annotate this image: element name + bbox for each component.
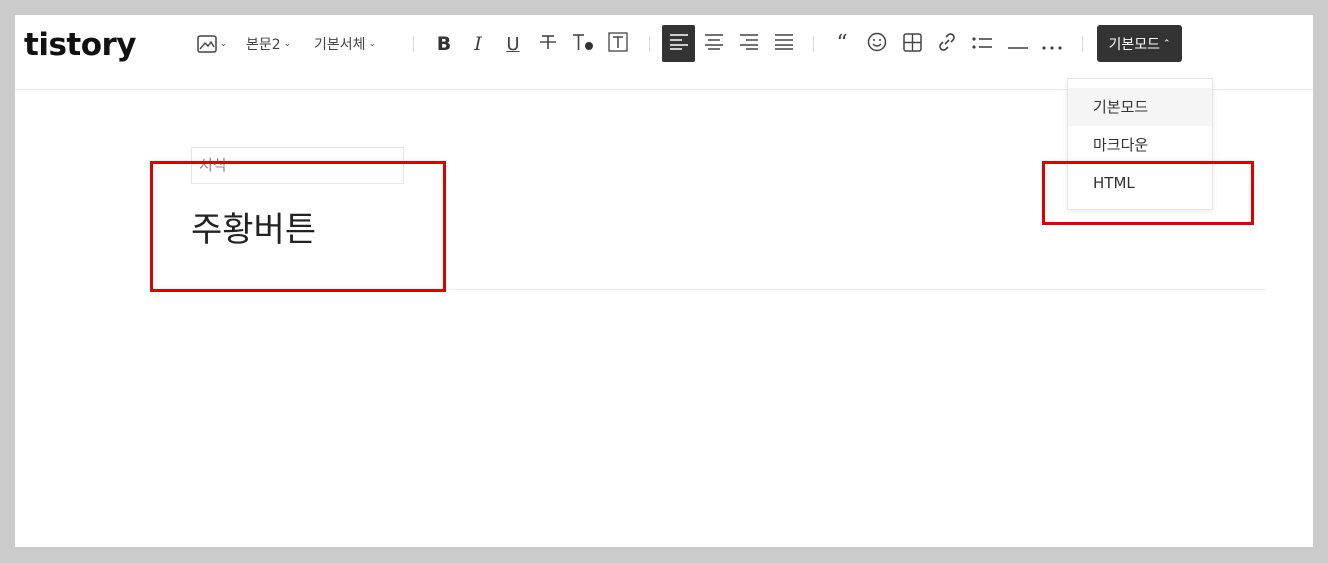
more-button[interactable]: [1037, 27, 1067, 61]
font-family-label: 기본서체: [314, 37, 366, 53]
italic-button[interactable]: I: [463, 27, 493, 61]
align-justify-button[interactable]: [767, 27, 800, 61]
emoji-button[interactable]: [862, 27, 892, 61]
chevron-down-icon: ⌄: [283, 39, 292, 49]
align-left-button[interactable]: [662, 25, 695, 62]
paragraph-style-dropdown[interactable]: 본문2 ⌄: [246, 27, 291, 61]
text-background-button[interactable]: [603, 27, 633, 61]
underline-button[interactable]: U: [498, 27, 528, 61]
post-title-input[interactable]: 주황버튼: [191, 205, 316, 255]
strikethrough-button[interactable]: [533, 27, 563, 61]
image-icon: [196, 35, 217, 53]
toolbar-separator: [813, 36, 814, 52]
quote-button[interactable]: “: [827, 27, 857, 61]
more-icon: [1042, 35, 1062, 54]
horizontal-line-icon: [1008, 35, 1028, 54]
horizontal-line-button[interactable]: [1003, 27, 1033, 61]
bold-button[interactable]: B: [429, 27, 459, 61]
emoji-icon: [867, 32, 887, 56]
mode-option-basic[interactable]: 기본모드: [1068, 88, 1212, 126]
tistory-logo[interactable]: tistory: [24, 25, 137, 65]
table-button[interactable]: [897, 27, 927, 61]
category-select[interactable]: 서식: [191, 147, 404, 184]
align-right-button[interactable]: [732, 27, 765, 61]
image-insert-button[interactable]: ⌄: [195, 27, 229, 61]
underline-icon: U: [506, 33, 520, 55]
text-color-icon: [572, 33, 594, 55]
font-family-dropdown[interactable]: 기본서체 ⌄: [314, 27, 376, 61]
align-right-icon: [739, 34, 758, 54]
link-button[interactable]: [932, 27, 962, 61]
toolbar-separator: [1082, 36, 1083, 52]
mode-option-markdown[interactable]: 마크다운: [1068, 126, 1212, 164]
editor-mode-button[interactable]: 기본모드 ⌃: [1097, 25, 1182, 62]
list-icon: [972, 35, 992, 54]
title-divider: [151, 289, 1266, 290]
mode-option-html[interactable]: HTML: [1068, 164, 1212, 202]
strikethrough-icon: [539, 33, 557, 55]
chevron-up-icon: ⌃: [1162, 38, 1171, 49]
text-background-icon: [608, 32, 628, 56]
align-center-button[interactable]: [697, 27, 730, 61]
bold-icon: B: [436, 33, 452, 55]
editor-window: tistory ⌄ 본문2 ⌄ 기본서체 ⌄ B I U “ 기본모드 ⌃ 서식…: [15, 15, 1313, 547]
quote-icon: “: [836, 31, 848, 56]
link-icon: [937, 32, 957, 56]
italic-icon: I: [474, 33, 482, 55]
chevron-down-icon: ⌄: [219, 39, 228, 49]
toolbar-separator: [649, 36, 650, 52]
editor-mode-dropdown: 기본모드 마크다운 HTML: [1067, 78, 1213, 210]
table-icon: [902, 32, 922, 56]
align-center-icon: [704, 34, 723, 54]
text-color-button[interactable]: [568, 27, 598, 61]
toolbar-separator: [413, 36, 414, 52]
list-button[interactable]: [967, 27, 997, 61]
editor-mode-label: 기본모드: [1108, 36, 1160, 53]
chevron-down-icon: ⌄: [368, 39, 377, 49]
align-left-icon: [669, 33, 688, 54]
paragraph-style-label: 본문2: [246, 37, 281, 53]
align-justify-icon: [774, 34, 793, 54]
